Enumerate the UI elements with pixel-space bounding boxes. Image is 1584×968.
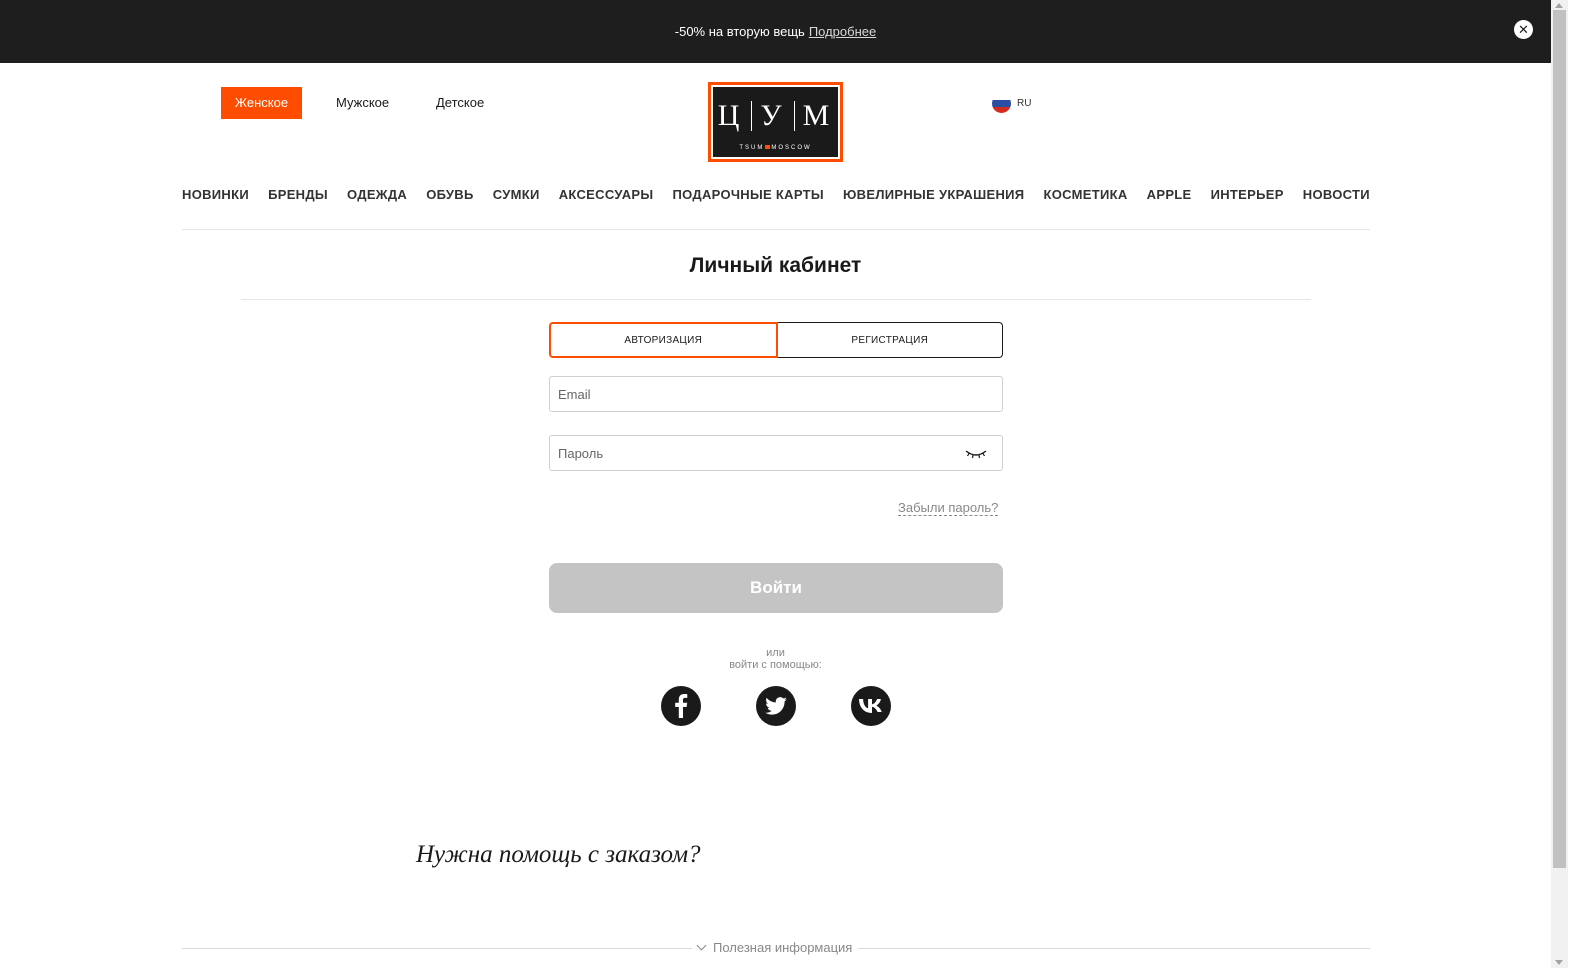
- gender-women-tab[interactable]: Женское: [221, 87, 303, 119]
- promo-text: -50% на вторую вещь: [674, 24, 805, 39]
- tab-login[interactable]: АВТОРИЗАЦИЯ: [549, 322, 778, 358]
- nav-item[interactable]: БРЕНДЫ: [268, 187, 328, 202]
- scroll-up-arrow[interactable]: [1555, 3, 1563, 8]
- nav-item[interactable]: НОВИНКИ: [182, 187, 249, 202]
- logo-sub-right: MOSCOW: [771, 145, 812, 151]
- scrollbar-thumb[interactable]: [1553, 10, 1566, 868]
- nav-item[interactable]: ОБУВЬ: [426, 187, 473, 202]
- nav-item[interactable]: СУМКИ: [493, 187, 540, 202]
- nav-item[interactable]: АКСЕССУАРЫ: [559, 187, 654, 202]
- password-field-wrapper: [549, 435, 1003, 471]
- nav-item[interactable]: ПОДАРОЧНЫЕ КАРТЫ: [673, 187, 824, 202]
- or-text: или: [766, 647, 785, 659]
- login-button[interactable]: Войти: [549, 563, 1003, 613]
- gender-men-tab[interactable]: Мужское: [322, 87, 403, 119]
- logo-letter: У: [760, 99, 786, 132]
- divider: [241, 299, 1311, 300]
- main-navigation: НОВИНКИ БРЕНДЫ ОДЕЖДА ОБУВЬ СУМКИ АКСЕССУАРЫ П…: [182, 187, 1370, 202]
- email-field[interactable]: [550, 377, 1002, 411]
- tsum-logo[interactable]: Ц У М TSUM MOSCOW: [708, 82, 843, 162]
- nav-item[interactable]: APPLE: [1147, 187, 1192, 202]
- promo-more-link[interactable]: Подробнее: [809, 24, 876, 39]
- promo-banner: -50% на вторую вещь Подробнее ✕: [0, 0, 1551, 63]
- email-field-wrapper: [549, 376, 1003, 412]
- tab-register[interactable]: РЕГИСТРАЦИЯ: [777, 322, 1003, 358]
- useful-info-toggle[interactable]: Полезная информация: [692, 940, 859, 955]
- login-with-text: войти с помощью:: [729, 659, 822, 671]
- auth-tabs: АВТОРИЗАЦИЯ РЕГИСТРАЦИЯ: [549, 322, 1003, 358]
- password-field[interactable]: [550, 436, 1002, 470]
- nav-item[interactable]: ЮВЕЛИРНЫЕ УКРАШЕНИЯ: [843, 187, 1024, 202]
- russia-flag-icon: [992, 94, 1011, 113]
- twitter-icon[interactable]: [756, 686, 796, 726]
- language-label: RU: [1017, 98, 1032, 109]
- close-icon[interactable]: ✕: [1514, 20, 1533, 39]
- nav-item[interactable]: ОДЕЖДА: [347, 187, 407, 202]
- nav-item[interactable]: ИНТЕРЬЕР: [1211, 187, 1284, 202]
- nav-item[interactable]: КОСМЕТИКА: [1044, 187, 1128, 202]
- language-switcher[interactable]: RU: [992, 94, 1031, 113]
- vk-icon[interactable]: [851, 686, 891, 726]
- logo-letter: М: [802, 99, 834, 132]
- facebook-icon[interactable]: [661, 686, 701, 726]
- logo-letter: Ц: [717, 99, 744, 132]
- gender-kids-tab[interactable]: Детское: [422, 87, 498, 119]
- hide-password-eye-icon[interactable]: [964, 447, 988, 461]
- scroll-down-arrow[interactable]: [1555, 960, 1563, 965]
- nav-item[interactable]: НОВОСТИ: [1303, 187, 1370, 202]
- chevron-down-icon: [696, 940, 707, 951]
- divider: [182, 229, 1370, 230]
- help-heading: Нужна помощь с заказом?: [416, 841, 701, 868]
- page-scrollbar[interactable]: [1551, 0, 1568, 968]
- logo-sub-left: TSUM: [739, 145, 765, 151]
- useful-info-label: Полезная информация: [713, 940, 853, 955]
- page-title: Личный кабинет: [689, 254, 862, 277]
- forgot-password-link[interactable]: Забыли пароль?: [898, 500, 999, 516]
